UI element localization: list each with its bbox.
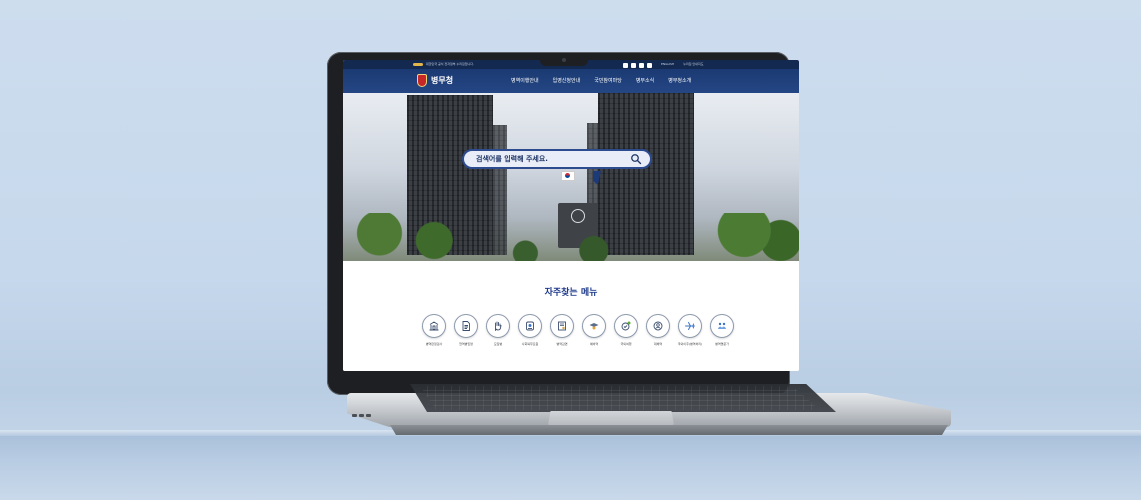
globe-check-icon: [614, 314, 638, 338]
menu-item[interactable]: 병무청소개: [668, 77, 691, 84]
quick-menu-label: 예비역: [589, 342, 599, 346]
utility-links: ENGLISH 누리집 안내지도: [623, 60, 703, 69]
gov-mark-icon: [413, 63, 423, 66]
taegeuk-icon: [565, 173, 570, 178]
hero-banner: [343, 93, 799, 261]
quick-menu-label: 현역병입영: [459, 342, 473, 346]
menu-item[interactable]: 입영신청안내: [553, 77, 581, 84]
sitemap-link[interactable]: 누리집 안내지도: [683, 60, 703, 69]
quick-menu-label: 병역명문가: [715, 342, 729, 346]
airplane-icon: [678, 314, 702, 338]
quick-menu-item[interactable]: 병역감면: [550, 314, 574, 346]
menu-item[interactable]: 병역이행안내: [511, 77, 539, 84]
hand-icon: [486, 314, 510, 338]
instagram-icon[interactable]: [631, 63, 636, 68]
quick-menu-item[interactable]: 현역병입영: [454, 314, 478, 346]
laptop-base-edge: [390, 425, 948, 435]
emblem-icon: [417, 74, 427, 87]
search-input[interactable]: [476, 155, 630, 163]
certificate-icon: [550, 314, 574, 338]
building-icon: [422, 314, 446, 338]
quick-menu-item[interactable]: 병역판정검사: [422, 314, 446, 346]
quick-menu-label: 국외여행: [620, 342, 632, 346]
quick-menu-item[interactable]: 사회복무요원: [518, 314, 542, 346]
badge-icon: [518, 314, 542, 338]
gnb-menu: 병역이행안내 입영신청안내 국민참여마당 병무소식 병무청소개: [511, 77, 691, 84]
quick-menu-item[interactable]: 국외이주(병역처리): [678, 314, 702, 346]
frequent-menu-section: 자주찾는 메뉴 병역판정검사 현역병입영 모집병 사회복무요원 병역감면 예비역…: [343, 261, 799, 371]
laptop-ports: [352, 402, 376, 417]
family-icon: [710, 314, 734, 338]
quick-menu-item[interactable]: 예비역: [582, 314, 606, 346]
laptop-touchpad: [548, 411, 674, 425]
search-icon[interactable]: [630, 153, 642, 165]
frequent-menu-list: 병역판정검사 현역병입영 모집병 사회복무요원 병역감면 예비역 국외여행 대체…: [422, 314, 734, 346]
menu-item[interactable]: 병무소식: [636, 77, 654, 84]
quick-menu-label: 사회복무요원: [521, 342, 539, 346]
quick-menu-label: 모집병: [493, 342, 503, 346]
quick-menu-label: 대체역: [653, 342, 663, 346]
gov-notice: 대한민국 공식 전자정부 누리집입니다.: [413, 60, 474, 69]
quick-menu-item[interactable]: 대체역: [646, 314, 670, 346]
medal-icon: [582, 314, 606, 338]
person-circle-icon: [646, 314, 670, 338]
quick-menu-item[interactable]: 병역명문가: [710, 314, 734, 346]
youtube-icon[interactable]: [639, 63, 644, 68]
menu-item[interactable]: 국민참여마당: [594, 77, 622, 84]
quick-menu-item[interactable]: 국외여행: [614, 314, 638, 346]
keyboard-keys: [420, 386, 820, 410]
quick-menu-label: 병역감면: [556, 342, 568, 346]
section-title: 자주찾는 메뉴: [544, 288, 598, 298]
trees: [343, 213, 799, 261]
language-link[interactable]: ENGLISH: [661, 60, 674, 69]
quick-menu-label: 국외이주(병역처리): [677, 342, 703, 346]
blog-icon[interactable]: [647, 63, 652, 68]
webcam-icon: [562, 58, 566, 62]
site-logo[interactable]: 병무청: [417, 74, 453, 87]
document-icon: [454, 314, 478, 338]
quick-menu-item[interactable]: 모집병: [486, 314, 510, 346]
quick-menu-label: 병역판정검사: [425, 342, 443, 346]
gov-notice-text: 대한민국 공식 전자정부 누리집입니다.: [426, 62, 474, 66]
logo-text: 병무청: [431, 76, 454, 85]
search-box: [462, 149, 652, 169]
desk-surface: [0, 436, 1141, 500]
facebook-icon[interactable]: [623, 63, 628, 68]
laptop-screen: 대한민국 공식 전자정부 누리집입니다. ENGLISH 누리집 안내지도 병무…: [343, 60, 799, 371]
main-nav: 병무청 병역이행안내 입영신청안내 국민참여마당 병무소식 병무청소개: [343, 69, 799, 93]
